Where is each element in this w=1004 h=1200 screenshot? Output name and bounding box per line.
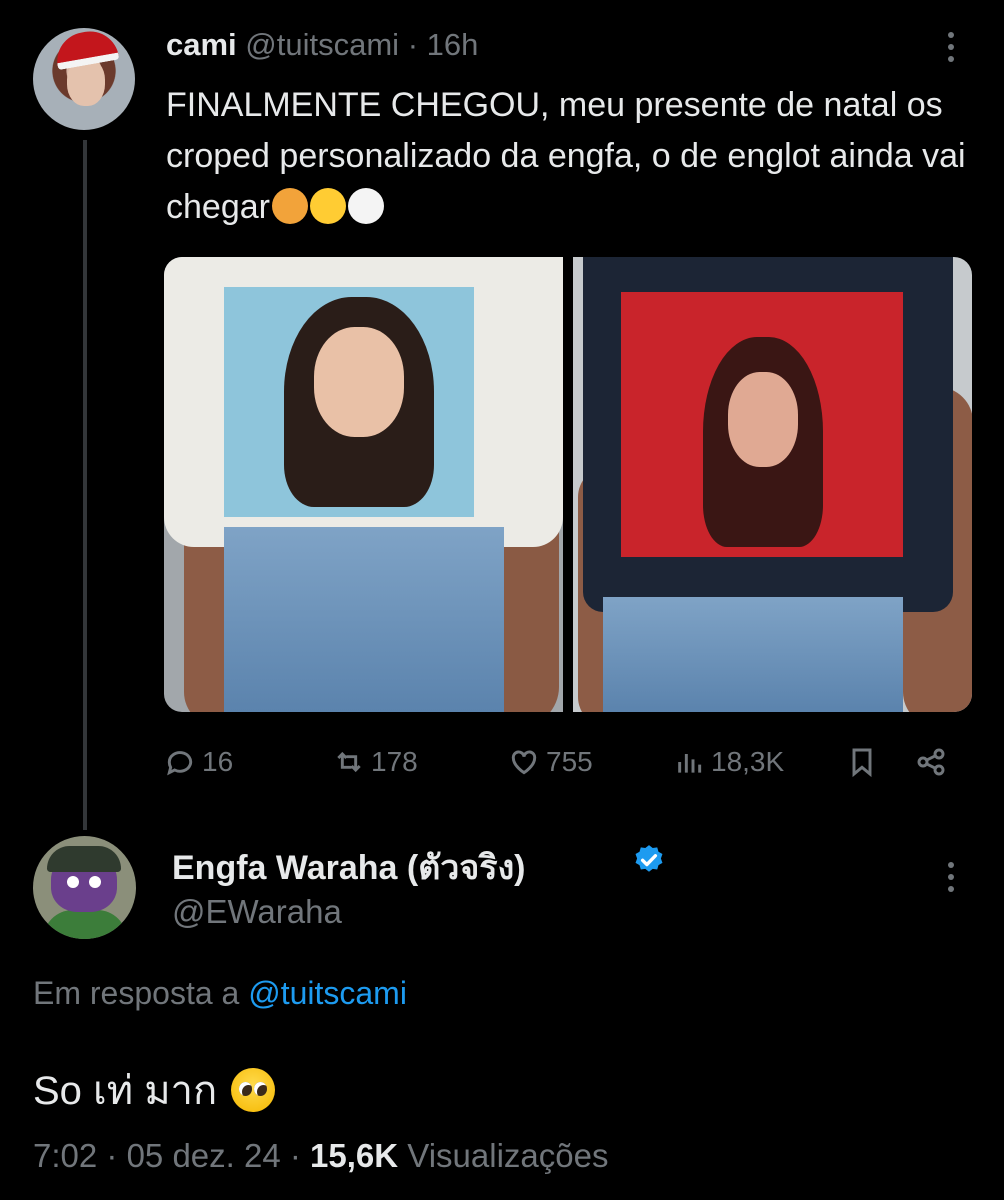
time-ago[interactable]: 16h — [427, 27, 479, 62]
like-action[interactable]: 755 — [508, 742, 593, 782]
retweet-action[interactable]: 178 — [333, 742, 418, 782]
bar-chart-icon — [678, 754, 702, 773]
handle[interactable]: @tuitscami — [245, 27, 399, 62]
reply-text: So เท่ มาก — [33, 1058, 276, 1122]
avatar-body — [43, 910, 127, 939]
print-portrait-face — [314, 327, 404, 437]
avatar-cap — [47, 846, 121, 872]
santa-hat-icon — [52, 28, 120, 71]
reply-icon — [167, 751, 193, 776]
views-count: 18,3K — [711, 746, 785, 777]
views-label: Visualizações — [407, 1137, 609, 1174]
jeans — [603, 597, 903, 712]
verified-badge-icon — [635, 845, 663, 872]
avatar-eye — [67, 876, 79, 888]
tweet-photo-2[interactable] — [573, 257, 972, 712]
jeans — [224, 527, 504, 712]
bookmark-action[interactable] — [846, 742, 878, 782]
avatar-engfa[interactable] — [33, 836, 136, 939]
avatar-cami[interactable] — [33, 28, 135, 130]
retweet-count: 178 — [371, 746, 418, 777]
separator-dot: · — [407, 27, 419, 62]
heart-icon — [511, 750, 537, 775]
share-action[interactable] — [915, 742, 947, 782]
tweet-time[interactable]: 7:02 — [33, 1137, 97, 1174]
reply-to-link[interactable]: @tuitscami — [248, 975, 407, 1011]
retweet-icon — [337, 751, 361, 773]
tweet-photo-1[interactable] — [164, 257, 563, 712]
bookmark-icon — [852, 748, 872, 778]
reply-context: Em resposta a @tuitscami — [33, 975, 407, 1012]
pleading-face-icon — [231, 1068, 276, 1112]
tweet-date[interactable]: 05 dez. 24 — [127, 1137, 281, 1174]
reply-text-body: So เท่ มาก — [33, 1069, 218, 1113]
print-portrait-face — [728, 372, 798, 467]
handle[interactable]: @EWaraha — [172, 893, 342, 931]
more-options-icon[interactable] — [948, 862, 954, 902]
views-action[interactable]: 18,3K — [673, 742, 784, 782]
tweet-header: cami @tuitscami · 16h — [166, 26, 478, 64]
reply-action[interactable]: 16 — [164, 742, 233, 782]
more-options-icon[interactable] — [948, 32, 954, 72]
thread-connector-line — [83, 140, 87, 830]
separator-dot: · — [289, 1137, 301, 1174]
like-count: 755 — [546, 746, 593, 777]
views-count[interactable]: 15,6K — [310, 1137, 398, 1174]
tweet-meta: 7:02 · 05 dez. 24 · 15,6K Visualizações — [33, 1137, 608, 1175]
person-getting-massage-icon — [271, 188, 308, 224]
reply-prefix: Em resposta a — [33, 975, 240, 1011]
share-icon — [917, 748, 945, 776]
display-name[interactable]: cami — [166, 27, 237, 62]
tired-face-icon — [309, 188, 346, 224]
display-name[interactable]: Engfa Waraha (ตัวจริง) — [172, 840, 526, 894]
separator-dot: · — [106, 1137, 118, 1174]
white-heart-icon — [347, 188, 384, 224]
reply-count: 16 — [202, 746, 234, 777]
tweet-text: FINALMENTE CHEGOU, meu presente de natal… — [166, 80, 966, 233]
avatar-eye — [89, 876, 101, 888]
